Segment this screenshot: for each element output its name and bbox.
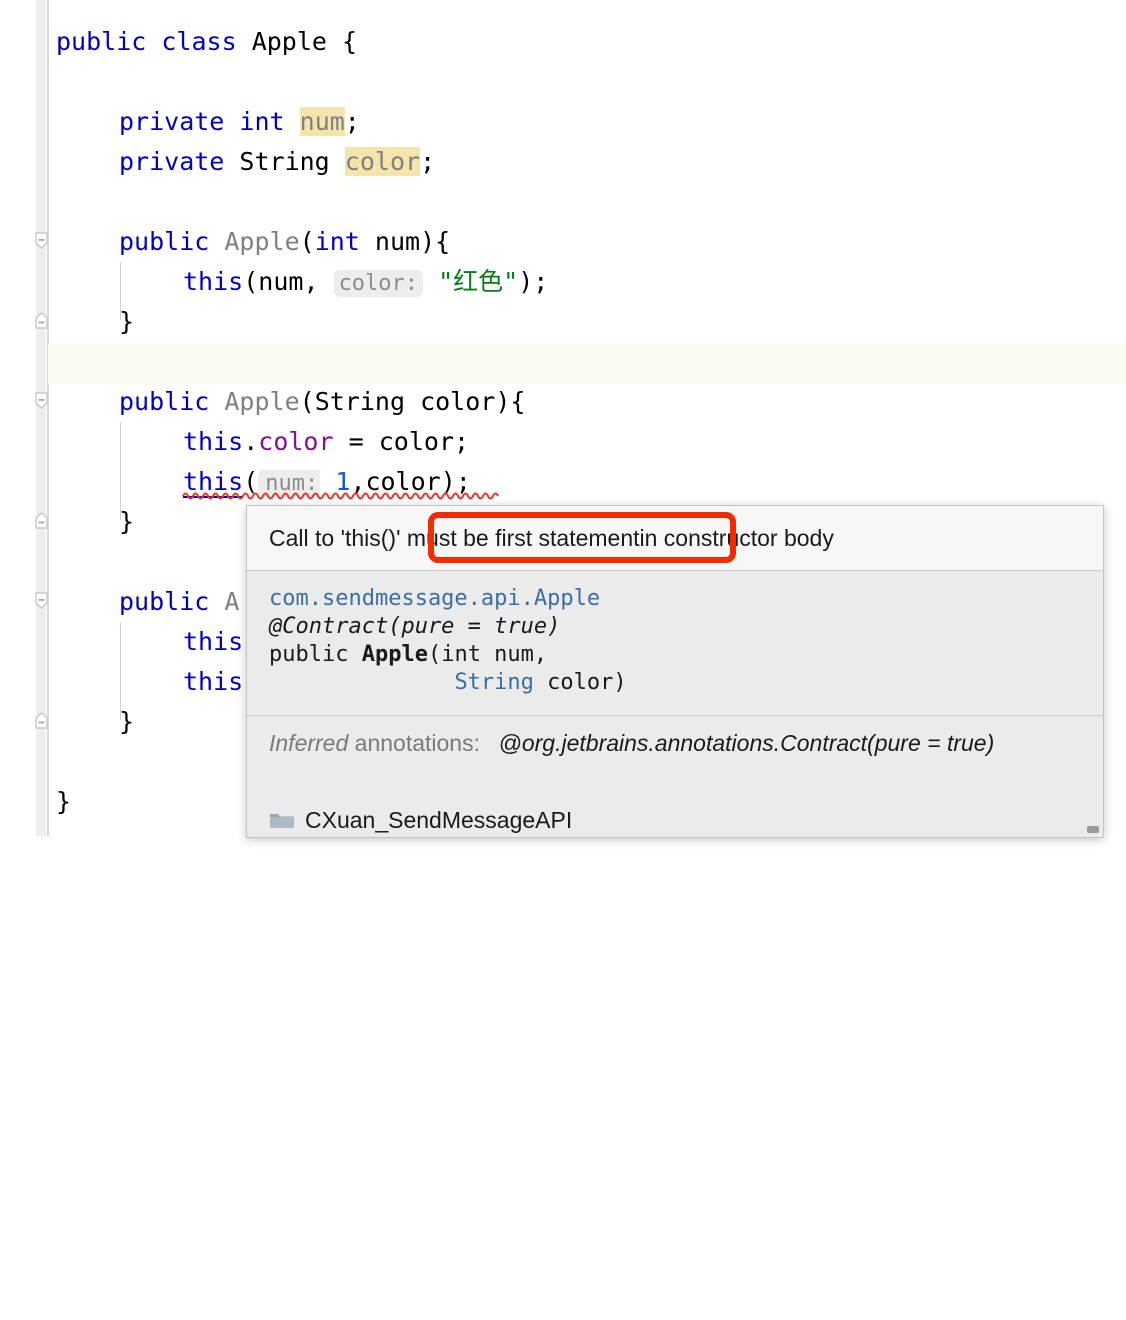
token-param-color: color [378, 427, 454, 456]
token-equals: = [348, 427, 364, 456]
signature-param2-name: color) [533, 670, 627, 695]
token-string-red: "红色" [438, 267, 519, 296]
inferred-label-rest: annotations: [348, 730, 487, 756]
token-keyword-public: public [119, 587, 210, 616]
token-param-num: num [374, 227, 421, 256]
error-underline-wave [182, 492, 499, 500]
token-paren-close: ) [518, 267, 534, 296]
inferred-annotation-value: @org.jetbrains.annotations.Contract(pure… [498, 730, 995, 756]
error-message-boxed: ' must be first statement [396, 524, 640, 551]
code-line-8[interactable]: } [119, 302, 134, 342]
token-semicolon: ; [533, 267, 549, 296]
tooltip-error-header: Call to 'this() ' must be first statement… [247, 506, 1103, 571]
code-line-15[interactable]: public A [119, 582, 239, 622]
token-constructor-name: Apple [224, 387, 300, 416]
token-dot: . [243, 427, 259, 456]
token-keyword-private: private [119, 147, 225, 176]
token-field-num: num [299, 107, 345, 136]
code-line-16[interactable]: this [183, 622, 243, 662]
token-keyword-this: this [183, 427, 244, 456]
error-message-before: Call to 'this() [269, 524, 397, 551]
token-type-string: String [239, 147, 330, 176]
tooltip-signature-block: com.sendmessage.api.Apple @Contract(pure… [247, 571, 1103, 703]
token-brace-close: } [119, 307, 135, 336]
signature-fqn: com.sendmessage.api.Apple [269, 586, 601, 611]
code-line-17[interactable]: this [183, 662, 243, 702]
token-arg-num: num [258, 267, 304, 296]
token-keyword-public: public [119, 387, 210, 416]
token-comma: , [303, 267, 319, 296]
token-brace-close-class: } [56, 787, 72, 816]
code-line-1[interactable]: public class Apple { [56, 22, 357, 62]
signature-params-line1: (int num, [427, 642, 548, 667]
code-line-13[interactable]: } [119, 502, 134, 542]
code-line-11[interactable]: this.color = color; [183, 422, 469, 462]
token-paren-open: ( [243, 267, 259, 296]
code-line-3[interactable]: private int num; [119, 102, 360, 142]
tooltip-scrollbar-thumb[interactable] [1087, 826, 1099, 833]
signature-param2-type: String [454, 670, 534, 695]
tooltip-module-footer[interactable]: CXuan_SendMessageAPI [247, 803, 1103, 837]
token-semicolon: ; [454, 427, 470, 456]
token-paren-open: ( [299, 227, 315, 256]
token-type-string: String [314, 387, 406, 416]
token-brace-close: } [119, 507, 135, 536]
inlay-hint-color-label[interactable]: color: [333, 270, 424, 297]
folder-icon [270, 814, 294, 828]
module-name: CXuan_SendMessageAPI [305, 806, 573, 833]
token-paren-close: ) [495, 387, 511, 416]
signature-modifier: public [269, 642, 362, 667]
token-paren-open: ( [299, 387, 315, 416]
error-message-after: in constructor body [639, 524, 834, 551]
signature-name: Apple [361, 642, 428, 667]
code-line-4[interactable]: private String color; [119, 142, 435, 182]
token-keyword-int: int [314, 227, 360, 256]
token-semicolon: ; [344, 107, 360, 136]
token-keyword-class: class [161, 27, 237, 56]
token-keyword-this: this [183, 667, 244, 696]
token-keyword-this: this [183, 267, 244, 296]
token-keyword-public: public [119, 227, 210, 256]
code-line-6[interactable]: public Apple(int num){ [119, 222, 450, 262]
token-brace-open: { [510, 387, 526, 416]
token-keyword-this: this [183, 627, 244, 656]
token-param-color: color [420, 387, 496, 416]
token-brace-open: { [435, 227, 451, 256]
token-brace-close: } [119, 707, 135, 736]
code-line-20[interactable]: } [56, 782, 71, 822]
token-constructor-name-truncated: A [224, 587, 240, 616]
documentation-tooltip[interactable]: Call to 'this() ' must be first statement… [246, 505, 1104, 838]
token-constructor-name: Apple [224, 227, 300, 256]
signature-contract-annotation: @Contract(pure = true) [269, 614, 561, 639]
token-field-color: color [344, 147, 421, 176]
inferred-label-italic: Inferred [269, 730, 349, 756]
token-keyword-public: public [56, 27, 147, 56]
tooltip-inferred-annotations: Inferred annotations: @org.jetbrains.ann… [247, 716, 1103, 760]
token-paren-close: ) [420, 227, 436, 256]
token-class-name: Apple [251, 27, 327, 56]
token-semicolon: ; [420, 147, 436, 176]
token-field-color: color [258, 427, 334, 456]
token-keyword-private: private [119, 107, 225, 136]
code-line-7[interactable]: this(num, com.sendmessage.api.Applecolor… [183, 262, 548, 302]
code-line-10[interactable]: public Apple(String color){ [119, 382, 525, 422]
signature-params-indent [269, 670, 454, 695]
token-keyword-int: int [239, 107, 285, 136]
code-line-18[interactable]: } [119, 702, 134, 742]
token-brace-open: { [342, 27, 358, 56]
